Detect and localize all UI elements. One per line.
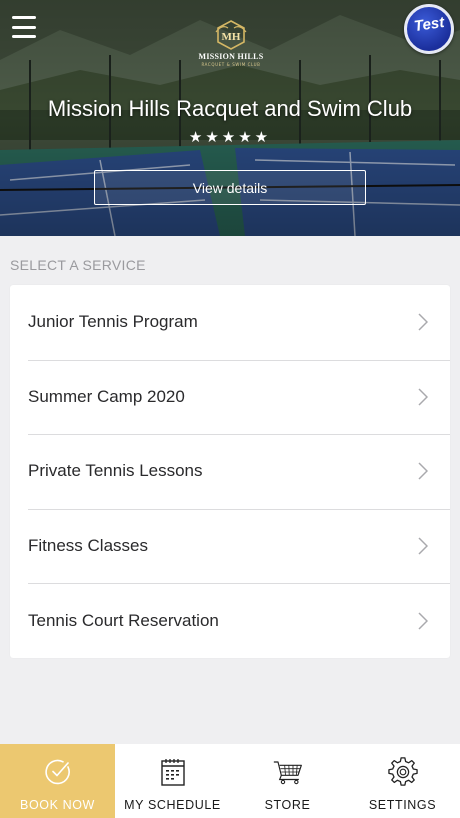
service-list: Junior Tennis Program Summer Camp 2020 P… — [10, 285, 450, 658]
section-title: SELECT A SERVICE — [10, 257, 146, 273]
club-logo: MH MISSION HILLS RACQUET & SWIM CLUB — [197, 20, 265, 76]
nav-book-now[interactable]: BOOK NOW — [0, 744, 115, 818]
nav-settings[interactable]: SETTINGS — [345, 744, 460, 818]
logo-monogram-icon: MH — [214, 20, 248, 50]
nav-my-schedule[interactable]: MY SCHEDULE — [115, 744, 230, 818]
view-details-button[interactable]: View details — [94, 170, 366, 205]
hero-banner: MH MISSION HILLS RACQUET & SWIM CLUB Tes… — [0, 0, 460, 236]
svg-text:MH: MH — [222, 31, 241, 43]
service-label: Fitness Classes — [28, 536, 148, 556]
chevron-right-icon — [418, 313, 428, 331]
club-name: Mission Hills Racquet and Swim Club — [47, 96, 413, 121]
service-label: Summer Camp 2020 — [28, 386, 185, 406]
test-mode-badge[interactable]: Test — [404, 4, 454, 54]
menu-icon[interactable] — [12, 16, 36, 38]
nav-label: STORE — [264, 798, 311, 812]
nav-label: BOOK NOW — [20, 798, 95, 812]
chevron-right-icon — [418, 537, 428, 555]
nav-store[interactable]: STORE — [230, 744, 345, 818]
logo-name: MISSION HILLS — [198, 52, 264, 61]
nav-label: SETTINGS — [368, 798, 437, 812]
service-label: Tennis Court Reservation — [28, 610, 219, 630]
service-item-summer-camp-2020[interactable]: Summer Camp 2020 — [10, 359, 450, 435]
service-item-junior-tennis-program[interactable]: Junior Tennis Program — [10, 285, 450, 360]
gear-icon — [387, 756, 418, 788]
service-label: Private Tennis Lessons — [28, 461, 203, 481]
service-item-fitness-classes[interactable]: Fitness Classes — [10, 508, 450, 584]
chevron-right-icon — [418, 462, 428, 481]
chevron-right-icon — [418, 612, 428, 630]
check-circle-icon — [43, 756, 73, 788]
rating-stars: ★★★★★ — [188, 128, 272, 146]
calendar-icon — [158, 756, 188, 788]
bottom-navigation: BOOK NOW MY SCHEDULE STORE SETTINGS — [0, 744, 460, 818]
test-badge-label: Test — [412, 13, 446, 35]
service-item-tennis-court-reservation[interactable]: Tennis Court Reservation — [10, 583, 450, 658]
chevron-right-icon — [418, 388, 428, 406]
logo-subtitle: RACQUET & SWIM CLUB — [201, 62, 261, 67]
nav-label: MY SCHEDULE — [124, 798, 221, 812]
service-label: Junior Tennis Program — [28, 312, 198, 332]
service-item-private-tennis-lessons[interactable]: Private Tennis Lessons — [10, 434, 450, 509]
cart-icon — [273, 756, 303, 788]
